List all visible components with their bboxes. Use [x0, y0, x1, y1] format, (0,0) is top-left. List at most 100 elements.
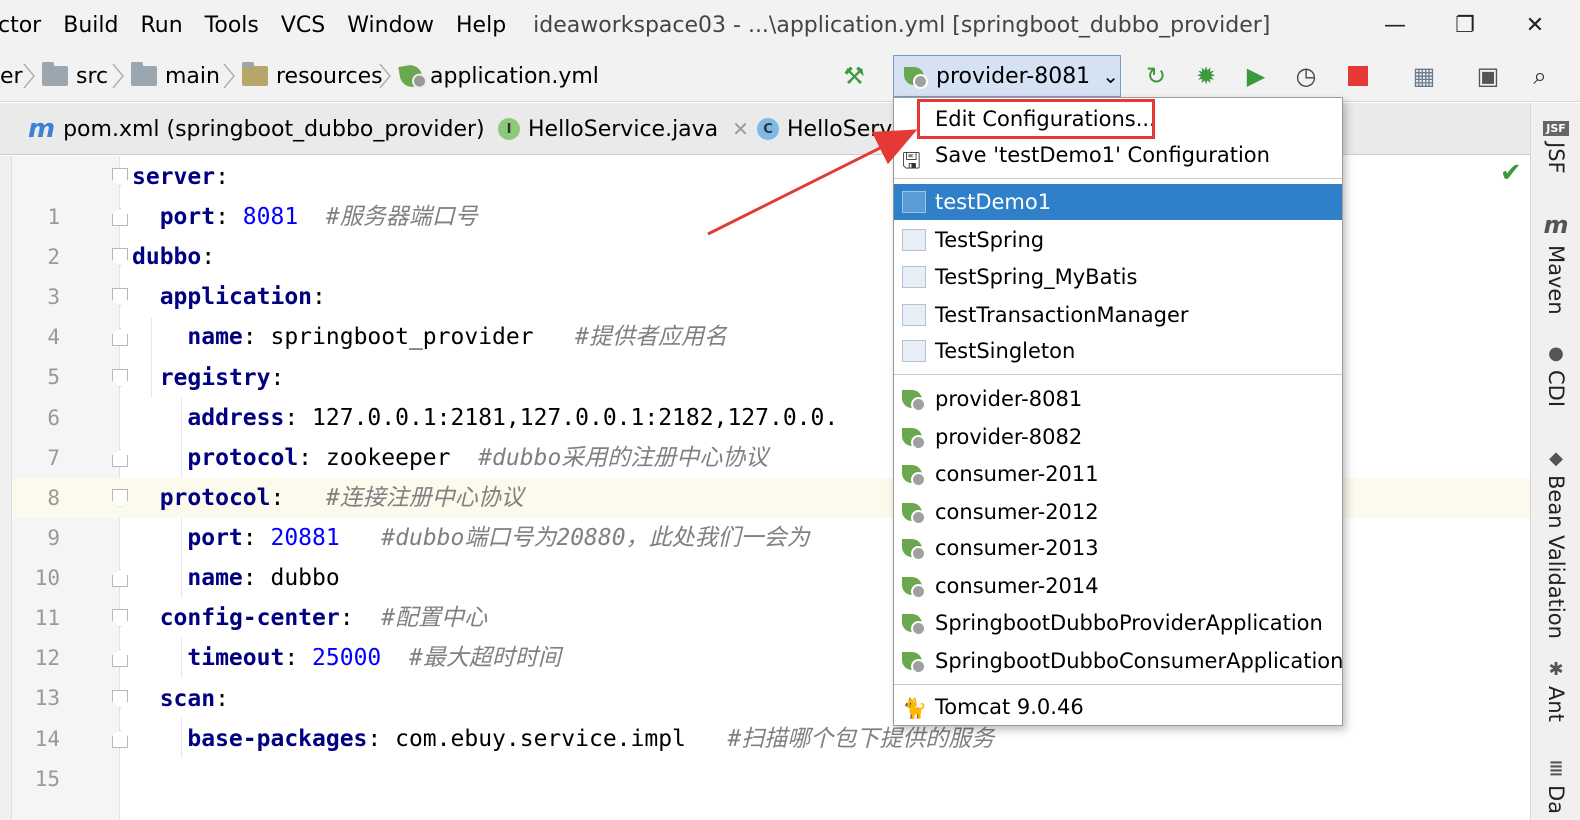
config-item-testspring[interactable]: TestSpring	[894, 222, 1342, 258]
fold-marker-icon[interactable]	[112, 489, 128, 507]
config-item-testtransactionmanager[interactable]: TestTransactionManager	[894, 297, 1342, 333]
cdi-icon: ●	[1548, 343, 1564, 364]
tab-helloservice-java[interactable]: I HelloService.java ✕	[498, 103, 749, 155]
config-item-consumer-2013[interactable]: consumer-2013	[894, 530, 1342, 566]
coverage-icon[interactable]: ▶	[1240, 60, 1272, 92]
fold-end-icon[interactable]	[112, 449, 128, 467]
menu-run[interactable]: Run	[129, 13, 193, 38]
config-item-consumer-2014[interactable]: consumer-2014	[894, 568, 1342, 604]
spring-boot-icon	[902, 537, 926, 561]
tool-bean-validation[interactable]: ◆ Bean Validation	[1531, 448, 1580, 639]
spring-boot-icon	[902, 388, 926, 412]
config-item-testspring-mybatis[interactable]: TestSpring_MyBatis	[894, 259, 1342, 295]
tool-maven[interactable]: m Maven	[1531, 211, 1580, 315]
junit-config-icon	[902, 340, 926, 362]
restore-button[interactable]: ❐	[1435, 0, 1495, 50]
separator	[894, 178, 1342, 179]
debug-icon[interactable]: ✹	[1190, 60, 1222, 92]
tool-database[interactable]: ≣ Da	[1531, 758, 1580, 814]
breadcrumb-label: application.yml	[430, 63, 599, 89]
profiler-icon[interactable]: ◷	[1290, 60, 1322, 92]
search-icon[interactable]: ⌕	[1524, 60, 1556, 92]
maven-icon: m	[28, 114, 56, 144]
rerun-icon[interactable]: ↻	[1140, 60, 1172, 92]
resources-folder-icon	[242, 62, 268, 86]
breadcrumb-resources[interactable]: resources	[242, 50, 383, 102]
tab-label: HelloService.java	[528, 116, 719, 142]
right-tool-strip: JSF JSF m Maven ● CDI ◆ Bean Validation …	[1530, 103, 1580, 820]
folder-icon	[42, 62, 68, 86]
separator	[894, 684, 1342, 685]
breadcrumb-src[interactable]: src	[42, 50, 108, 102]
tab-label: HelloServic	[787, 116, 911, 142]
inspection-ok-icon: ✔	[1500, 158, 1522, 188]
class-icon: C	[757, 118, 779, 140]
fold-marker-icon[interactable]	[112, 369, 128, 387]
breadcrumb-label: src	[76, 63, 109, 89]
window-title: ideaworkspace03 - ...\application.yml [s…	[533, 12, 1271, 38]
minimize-button[interactable]: —	[1365, 0, 1425, 50]
spring-boot-icon	[902, 575, 926, 599]
config-item-consumer-2012[interactable]: consumer-2012	[894, 494, 1342, 530]
breadcrumb-file[interactable]: application.yml	[398, 50, 599, 102]
run-configuration-popup: Edit Configurations... 🖫 Save 'testDemo1…	[893, 97, 1343, 726]
config-item-testsingleton[interactable]: TestSingleton	[894, 333, 1342, 369]
breadcrumb-project[interactable]: er	[0, 50, 23, 102]
fold-end-icon[interactable]	[112, 730, 128, 748]
interface-icon: I	[498, 118, 520, 140]
close-icon[interactable]: ✕	[732, 117, 749, 141]
config-item-tomcat[interactable]: 🐈 Tomcat 9.0.46	[894, 689, 1342, 725]
chevron-right-icon	[112, 63, 124, 89]
config-item-provider-8082[interactable]: provider-8082	[894, 419, 1342, 455]
menu-help[interactable]: Help	[445, 13, 517, 38]
fold-end-icon[interactable]	[112, 649, 128, 667]
fold-marker-icon[interactable]	[112, 690, 128, 708]
database-icon: ≣	[1548, 758, 1564, 779]
run-configuration-label: provider-8081	[936, 63, 1091, 89]
close-window-button[interactable]: ✕	[1505, 0, 1565, 50]
project-structure-icon[interactable]: ▦	[1408, 60, 1440, 92]
config-item-testdemo1[interactable]: testDemo1	[894, 184, 1342, 220]
tab-helloservice-impl[interactable]: C HelloServic	[757, 103, 911, 155]
fold-end-icon[interactable]	[112, 328, 128, 346]
stop-icon[interactable]	[1342, 60, 1374, 92]
fold-end-icon[interactable]	[112, 569, 128, 587]
spring-boot-icon	[902, 426, 926, 450]
terminal-icon[interactable]: ▣	[1472, 60, 1504, 92]
breadcrumb-main[interactable]: main	[131, 50, 220, 102]
fold-marker-icon[interactable]	[112, 248, 128, 266]
menu-bar: ctor Build Run Tools VCS Window Help ide…	[0, 0, 1580, 50]
menu-tools[interactable]: Tools	[194, 13, 270, 38]
spring-boot-icon	[902, 501, 926, 525]
config-item-provider-8081[interactable]: provider-8081	[894, 381, 1342, 417]
config-item-consumer-application[interactable]: SpringbootDubboConsumerApplication	[894, 643, 1343, 679]
menu-build[interactable]: Build	[52, 13, 129, 38]
tab-pom-xml[interactable]: m pom.xml (springboot_dubbo_provider) ✕	[28, 103, 515, 155]
tool-cdi[interactable]: ● CDI	[1531, 343, 1580, 407]
config-item-consumer-2011[interactable]: consumer-2011	[894, 456, 1342, 492]
left-tool-strip	[0, 156, 12, 820]
build-hammer-icon[interactable]: ⚒	[838, 60, 870, 92]
maven-icon: m	[1543, 211, 1569, 239]
save-configuration-item[interactable]: 🖫 Save 'testDemo1' Configuration	[894, 137, 1342, 174]
breadcrumb-label: resources	[276, 63, 383, 89]
fold-marker-icon[interactable]	[112, 288, 128, 306]
highlight-box	[917, 99, 1155, 139]
menu-vcs[interactable]: VCS	[270, 13, 336, 38]
breadcrumb-label: er	[0, 63, 23, 89]
tool-jsf[interactable]: JSF JSF	[1531, 121, 1580, 174]
save-icon: 🖫	[902, 149, 921, 174]
fold-marker-icon[interactable]	[112, 168, 128, 186]
menu-refactor[interactable]: ctor	[0, 13, 52, 38]
run-configuration-selector[interactable]: provider-8081 ⌄	[893, 55, 1121, 97]
fold-marker-icon[interactable]	[112, 609, 128, 627]
bean-validation-icon: ◆	[1549, 448, 1563, 469]
menu-window[interactable]: Window	[336, 13, 445, 38]
line-number: 15	[34, 767, 60, 791]
ant-icon: ✱	[1548, 659, 1564, 680]
tab-label: pom.xml (springboot_dubbo_provider)	[63, 116, 485, 142]
config-item-provider-application[interactable]: SpringbootDubboProviderApplication	[894, 605, 1342, 641]
spring-boot-icon	[902, 463, 926, 487]
tool-ant[interactable]: ✱ Ant	[1531, 659, 1580, 722]
fold-end-icon[interactable]	[112, 208, 128, 226]
